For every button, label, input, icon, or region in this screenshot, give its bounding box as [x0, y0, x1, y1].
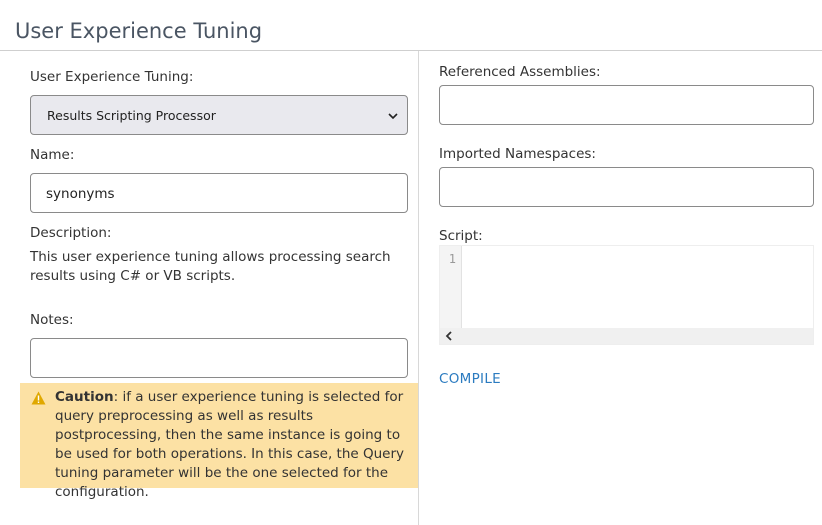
description-text: This user experience tuning allows proce… — [30, 249, 391, 284]
assemblies-field[interactable] — [439, 85, 814, 125]
namespaces-label: Imported Namespaces: — [439, 146, 596, 162]
caution-text: Caution: if a user experience tuning is … — [55, 388, 411, 502]
script-editor[interactable]: 1 — [439, 245, 814, 345]
line-number: 1 — [448, 252, 456, 266]
name-label: Name: — [30, 147, 75, 163]
caution-box: Caution: if a user experience tuning is … — [20, 383, 418, 500]
scroll-left-icon[interactable] — [444, 331, 454, 341]
notes-field[interactable] — [30, 338, 408, 378]
warning-icon — [31, 391, 46, 405]
page-title: User Experience Tuning — [15, 19, 263, 43]
name-field[interactable]: synonyms — [30, 173, 408, 213]
namespaces-field[interactable] — [439, 167, 814, 207]
name-field-value: synonyms — [46, 186, 115, 202]
assemblies-label: Referenced Assemblies: — [439, 64, 601, 80]
tuning-select[interactable]: Results Scripting Processor — [30, 95, 408, 135]
script-label: Script: — [439, 228, 483, 244]
column-divider — [418, 51, 419, 525]
caution-body: : if a user experience tuning is selecte… — [55, 389, 405, 500]
page-header: User Experience Tuning — [0, 0, 822, 51]
tuning-label: User Experience Tuning: — [30, 69, 194, 85]
tuning-select-value: Results Scripting Processor — [47, 108, 216, 123]
horizontal-scrollbar[interactable] — [440, 328, 813, 344]
notes-label: Notes: — [30, 312, 74, 328]
chevron-down-icon — [388, 113, 398, 120]
description-label: Description: — [30, 225, 112, 241]
compile-button[interactable]: COMPILE — [439, 370, 501, 388]
caution-title: Caution — [55, 389, 114, 405]
line-gutter: 1 — [440, 246, 462, 328]
